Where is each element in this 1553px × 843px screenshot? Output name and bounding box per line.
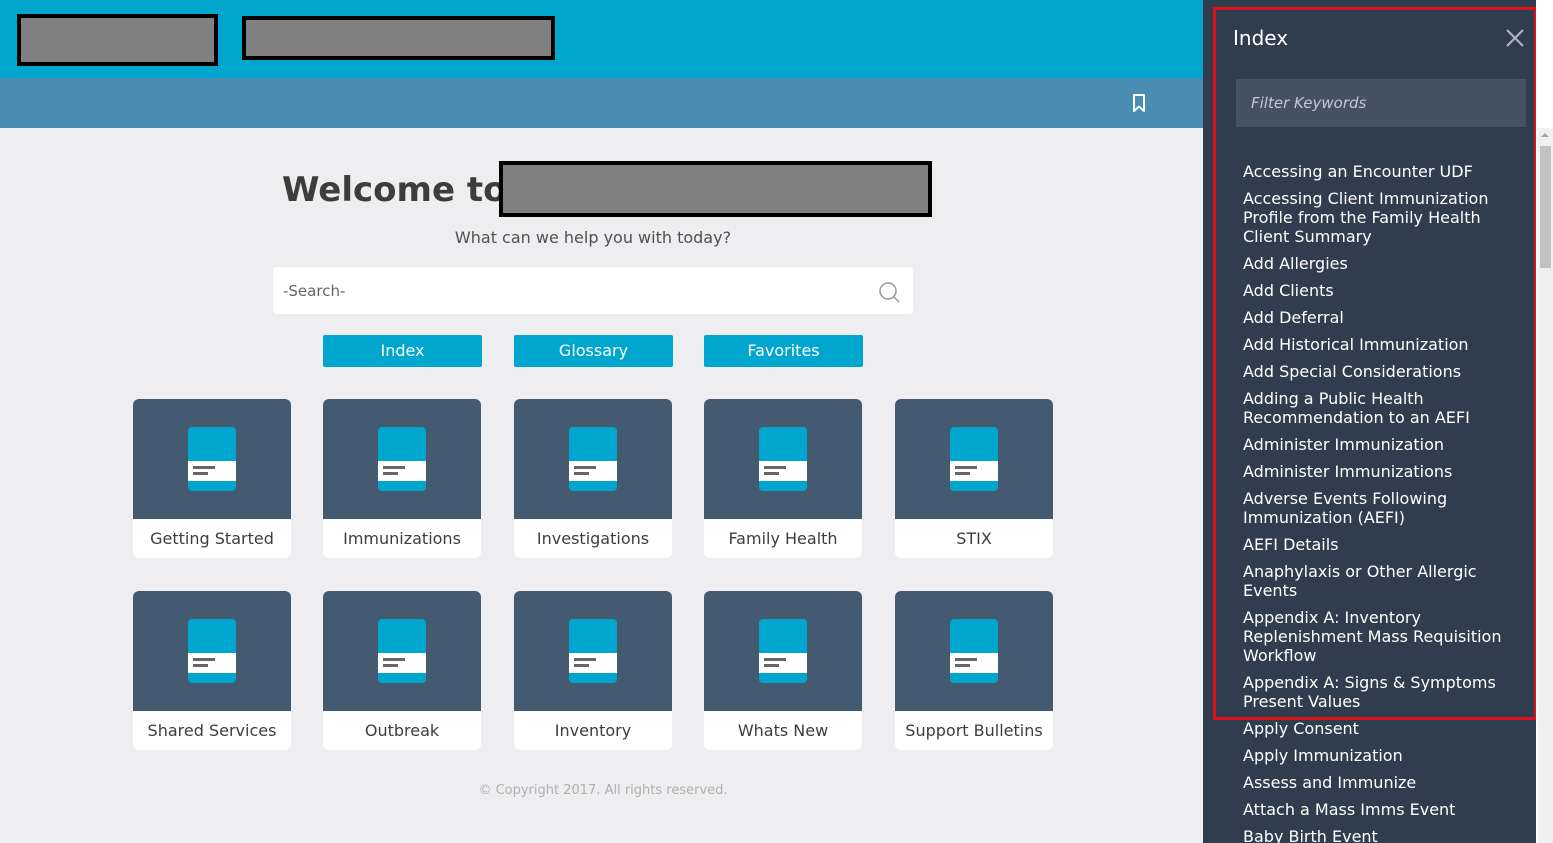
tile-support-bulletins[interactable]: Support Bulletins	[895, 591, 1053, 750]
index-item[interactable]: Baby Birth Event	[1243, 827, 1518, 843]
favorites-button[interactable]: Favorites	[704, 335, 863, 367]
tile-whats-new[interactable]: Whats New	[704, 591, 862, 750]
index-item[interactable]: Add Clients	[1243, 281, 1518, 300]
sub-header	[0, 78, 1203, 128]
tile-label: Outbreak	[364, 721, 440, 740]
tile-label: Inventory	[554, 721, 632, 740]
index-item[interactable]: Appendix A: Inventory Replenishment Mass…	[1243, 608, 1518, 665]
tile-shared-services[interactable]: Shared Services	[133, 591, 291, 750]
tile-getting-started[interactable]: Getting Started	[133, 399, 291, 558]
tile-family-health[interactable]: Family Health	[704, 399, 862, 558]
document-icon	[950, 619, 998, 683]
tagline: What can we help you with today?	[454, 228, 732, 247]
copyright: © Copyright 2017. All rights reserved.	[478, 783, 728, 798]
document-icon	[569, 619, 617, 683]
index-item[interactable]: Adverse Events Following Immunization (A…	[1243, 489, 1518, 527]
tile-label: STIX	[956, 529, 992, 548]
index-item[interactable]: Accessing an Encounter UDF	[1243, 162, 1518, 181]
index-item[interactable]: Apply Consent	[1243, 719, 1518, 738]
index-list: Accessing an Encounter UDF Accessing Cli…	[1243, 162, 1518, 843]
tile-label: Family Health	[728, 529, 838, 548]
scrollbar-thumb[interactable]	[1540, 146, 1551, 268]
search-input[interactable]	[273, 267, 863, 314]
tile-immunizations[interactable]: Immunizations	[323, 399, 481, 558]
index-item[interactable]: Add Special Considerations	[1243, 362, 1518, 381]
tile-label: Investigations	[536, 529, 650, 548]
index-item[interactable]: Apply Immunization	[1243, 746, 1518, 765]
index-item[interactable]: Add Deferral	[1243, 308, 1518, 327]
page-title: Welcome to	[282, 170, 507, 210]
scroll-up-arrow-icon[interactable]	[1540, 130, 1550, 140]
search-box	[273, 267, 913, 314]
tile-inventory[interactable]: Inventory	[514, 591, 672, 750]
filter-keywords-input[interactable]	[1236, 79, 1526, 127]
tile-investigations[interactable]: Investigations	[514, 399, 672, 558]
document-icon	[569, 427, 617, 491]
index-button[interactable]: Index	[323, 335, 482, 367]
index-item[interactable]: Assess and Immunize	[1243, 773, 1518, 792]
tile-label: Whats New	[737, 721, 829, 740]
tile-label: Getting Started	[150, 529, 274, 548]
tile-label: Shared Services	[147, 721, 277, 740]
redacted-app-title	[242, 16, 555, 60]
index-item[interactable]: Accessing Client Immunization Profile fr…	[1243, 189, 1518, 246]
document-icon	[188, 427, 236, 491]
bookmark-icon[interactable]	[1131, 94, 1147, 112]
index-item[interactable]: Administer Immunizations	[1243, 462, 1518, 481]
index-item[interactable]: Anaphylaxis or Other Allergic Events	[1243, 562, 1518, 600]
index-item[interactable]: Appendix A: Signs & Symptoms Present Val…	[1243, 673, 1518, 711]
glossary-button[interactable]: Glossary	[514, 335, 673, 367]
redacted-product-name	[499, 161, 932, 217]
tile-label: Support Bulletins	[905, 721, 1043, 740]
document-icon	[378, 427, 426, 491]
search-icon[interactable]	[878, 281, 900, 303]
tile-outbreak[interactable]: Outbreak	[323, 591, 481, 750]
redacted-logo	[17, 14, 218, 66]
tile-label: Immunizations	[343, 529, 461, 548]
index-item[interactable]: Administer Immunization	[1243, 435, 1518, 454]
document-icon	[188, 619, 236, 683]
document-icon	[950, 427, 998, 491]
index-item[interactable]: Adding a Public Health Recommendation to…	[1243, 389, 1518, 427]
document-icon	[378, 619, 426, 683]
document-icon	[759, 427, 807, 491]
index-item[interactable]: AEFI Details	[1243, 535, 1518, 554]
index-item[interactable]: Add Allergies	[1243, 254, 1518, 273]
document-icon	[759, 619, 807, 683]
index-item[interactable]: Add Historical Immunization	[1243, 335, 1518, 354]
panel-title: Index	[1233, 26, 1289, 50]
tile-stix[interactable]: STIX	[895, 399, 1053, 558]
index-item[interactable]: Attach a Mass Imms Event	[1243, 800, 1518, 819]
close-icon[interactable]	[1505, 28, 1525, 48]
